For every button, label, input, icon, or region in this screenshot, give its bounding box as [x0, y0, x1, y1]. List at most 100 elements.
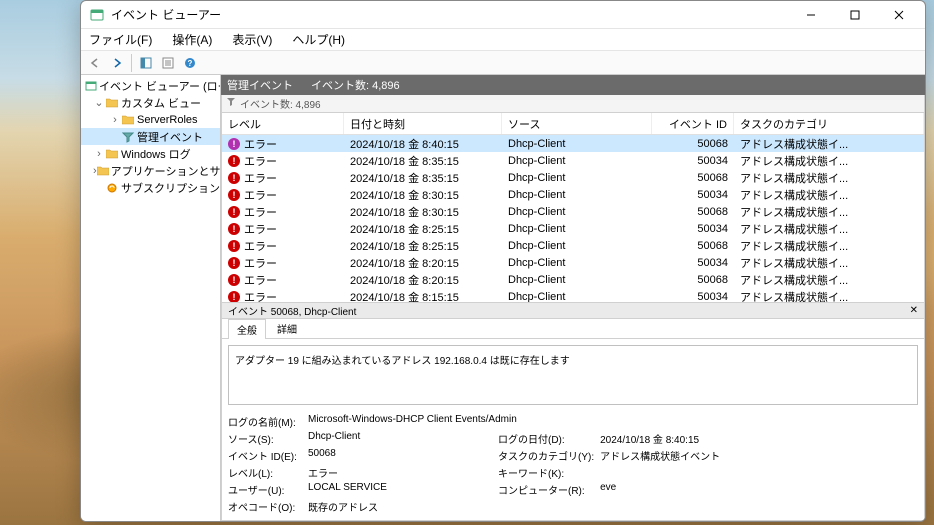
table-row[interactable]: !エラー2024/10/18 金 8:30:15Dhcp-Client50068… [222, 203, 924, 220]
table-row[interactable]: !エラー2024/10/18 金 8:15:15Dhcp-Client50034… [222, 288, 924, 303]
expand-icon[interactable]: › [93, 148, 105, 160]
col-datetime[interactable]: 日付と時刻 [344, 113, 502, 134]
cell-source: Dhcp-Client [502, 223, 652, 235]
tree-root[interactable]: イベント ビューアー (ローカル) [81, 77, 220, 94]
lbl-logname: ログの名前(M): [228, 413, 308, 430]
tree-adminevents-label: 管理イベント [137, 129, 203, 145]
error-icon: ! [228, 257, 240, 269]
cell-level: エラー [244, 255, 277, 271]
detail-pane: イベント 50068, Dhcp-Client ✕ 全般 詳細 アダプター 19… [221, 303, 925, 521]
cell-source: Dhcp-Client [502, 189, 652, 201]
toolbar-separator [131, 54, 132, 72]
cell-source: Dhcp-Client [502, 155, 652, 167]
val-logname: Microsoft-Windows-DHCP Client Events/Adm… [308, 413, 790, 430]
cell-level: エラー [244, 153, 277, 169]
tree-admin-events[interactable]: 管理イベント [81, 128, 220, 145]
error-icon: ! [228, 240, 240, 252]
navigation-tree[interactable]: イベント ビューアー (ローカル) ⌄ カスタム ビュー › ServerRol… [81, 75, 221, 521]
minimize-button[interactable] [789, 1, 833, 29]
tab-general[interactable]: 全般 [228, 319, 266, 339]
tree-server-roles[interactable]: › ServerRoles [81, 111, 220, 128]
collapse-icon[interactable]: ⌄ [93, 96, 105, 109]
back-button[interactable] [85, 53, 105, 73]
cell-source: Dhcp-Client [502, 257, 652, 269]
tree-serverroles-label: ServerRoles [137, 114, 198, 126]
error-icon: ! [228, 155, 240, 167]
cell-eventid: 50068 [652, 240, 734, 252]
cell-source: Dhcp-Client [502, 274, 652, 286]
val-level: エラー [308, 464, 498, 481]
tree-windowslogs-label: Windows ログ [121, 146, 191, 162]
tab-details[interactable]: 詳細 [268, 318, 306, 338]
table-row[interactable]: !エラー2024/10/18 金 8:20:15Dhcp-Client50034… [222, 254, 924, 271]
properties-button[interactable] [158, 53, 178, 73]
help-button[interactable]: ? [180, 53, 200, 73]
cell-category: アドレス構成状態イ... [734, 238, 924, 254]
cell-eventid: 50034 [652, 155, 734, 167]
table-row[interactable]: !エラー2024/10/18 金 8:35:15Dhcp-Client50034… [222, 152, 924, 169]
main-header: 管理イベント イベント数: 4,896 [221, 75, 925, 95]
col-level[interactable]: レベル [222, 113, 344, 134]
cell-eventid: 50068 [652, 274, 734, 286]
val-opcode: 既存のアドレス [308, 498, 498, 515]
cell-datetime: 2024/10/18 金 8:40:15 [344, 136, 502, 152]
cell-source: Dhcp-Client [502, 291, 652, 303]
error-icon: ! [228, 223, 240, 235]
detail-header: イベント 50068, Dhcp-Client ✕ [222, 303, 924, 319]
filter-bar: イベント数: 4,896 [221, 95, 925, 113]
tree-appservice-label: アプリケーションとサービス ログ [111, 163, 221, 179]
table-row[interactable]: !エラー2024/10/18 金 8:40:15Dhcp-Client50068… [222, 135, 924, 152]
val-eventid: 50068 [308, 447, 498, 464]
tree-subscriptions[interactable]: サブスクリプション [81, 179, 220, 196]
cell-source: Dhcp-Client [502, 206, 652, 218]
detail-close-icon[interactable]: ✕ [910, 305, 918, 316]
cell-source: Dhcp-Client [502, 138, 652, 150]
lbl-source: ソース(S): [228, 430, 308, 447]
cell-category: アドレス構成状態イ... [734, 136, 924, 152]
forward-button[interactable] [107, 53, 127, 73]
tree-custom-label: カスタム ビュー [121, 95, 201, 111]
folder-icon [105, 147, 119, 161]
tree-custom-views[interactable]: ⌄ カスタム ビュー [81, 94, 220, 111]
expand-icon[interactable]: › [109, 114, 121, 126]
cell-category: アドレス構成状態イ... [734, 187, 924, 203]
menu-action[interactable]: 操作(A) [168, 29, 216, 50]
table-row[interactable]: !エラー2024/10/18 金 8:25:15Dhcp-Client50068… [222, 237, 924, 254]
menu-view[interactable]: 表示(V) [228, 29, 276, 50]
col-eventid[interactable]: イベント ID [652, 113, 734, 134]
event-grid[interactable]: レベル 日付と時刻 ソース イベント ID タスクのカテゴリ !エラー2024/… [221, 113, 925, 303]
table-row[interactable]: !エラー2024/10/18 金 8:25:15Dhcp-Client50034… [222, 220, 924, 237]
lbl-logged: ログの日付(D): [498, 430, 600, 447]
main-panel: 管理イベント イベント数: 4,896 イベント数: 4,896 レベル 日付と… [221, 75, 925, 521]
error-icon: ! [228, 291, 240, 303]
cell-datetime: 2024/10/18 金 8:20:15 [344, 272, 502, 288]
menu-help[interactable]: ヘルプ(H) [288, 29, 349, 50]
cell-datetime: 2024/10/18 金 8:35:15 [344, 170, 502, 186]
show-hide-button[interactable] [136, 53, 156, 73]
toolbar: ? [81, 51, 925, 75]
lbl-eventid: イベント ID(E): [228, 447, 308, 464]
folder-icon [105, 96, 119, 110]
cell-level: エラー [244, 170, 277, 186]
menu-file[interactable]: ファイル(F) [85, 29, 156, 50]
close-button[interactable] [877, 1, 921, 29]
detail-message: アダプター 19 に組み込まれているアドレス 192.168.0.4 は既に存在… [228, 345, 918, 405]
lbl-user: ユーザー(U): [228, 481, 308, 498]
lbl-keywords: キーワード(K): [498, 464, 600, 481]
maximize-button[interactable] [833, 1, 877, 29]
detail-body: アダプター 19 に組み込まれているアドレス 192.168.0.4 は既に存在… [222, 339, 924, 520]
event-viewer-window: イベント ビューアー ファイル(F) 操作(A) 表示(V) ヘルプ(H) ? [80, 0, 926, 522]
tree-windows-logs[interactable]: › Windows ログ [81, 145, 220, 162]
cell-level: エラー [244, 221, 277, 237]
tree-root-label: イベント ビューアー (ローカル) [99, 78, 221, 94]
col-source[interactable]: ソース [502, 113, 652, 134]
table-row[interactable]: !エラー2024/10/18 金 8:35:15Dhcp-Client50068… [222, 169, 924, 186]
lbl-computer: コンピューター(R): [498, 481, 600, 498]
tree-app-service-logs[interactable]: › アプリケーションとサービス ログ [81, 162, 220, 179]
table-row[interactable]: !エラー2024/10/18 金 8:30:15Dhcp-Client50034… [222, 186, 924, 203]
filter-text: イベント数: 4,896 [240, 96, 321, 111]
table-row[interactable]: !エラー2024/10/18 金 8:20:15Dhcp-Client50068… [222, 271, 924, 288]
col-category[interactable]: タスクのカテゴリ [734, 113, 924, 134]
tree-subs-label: サブスクリプション [121, 180, 220, 196]
funnel-icon [226, 97, 236, 110]
